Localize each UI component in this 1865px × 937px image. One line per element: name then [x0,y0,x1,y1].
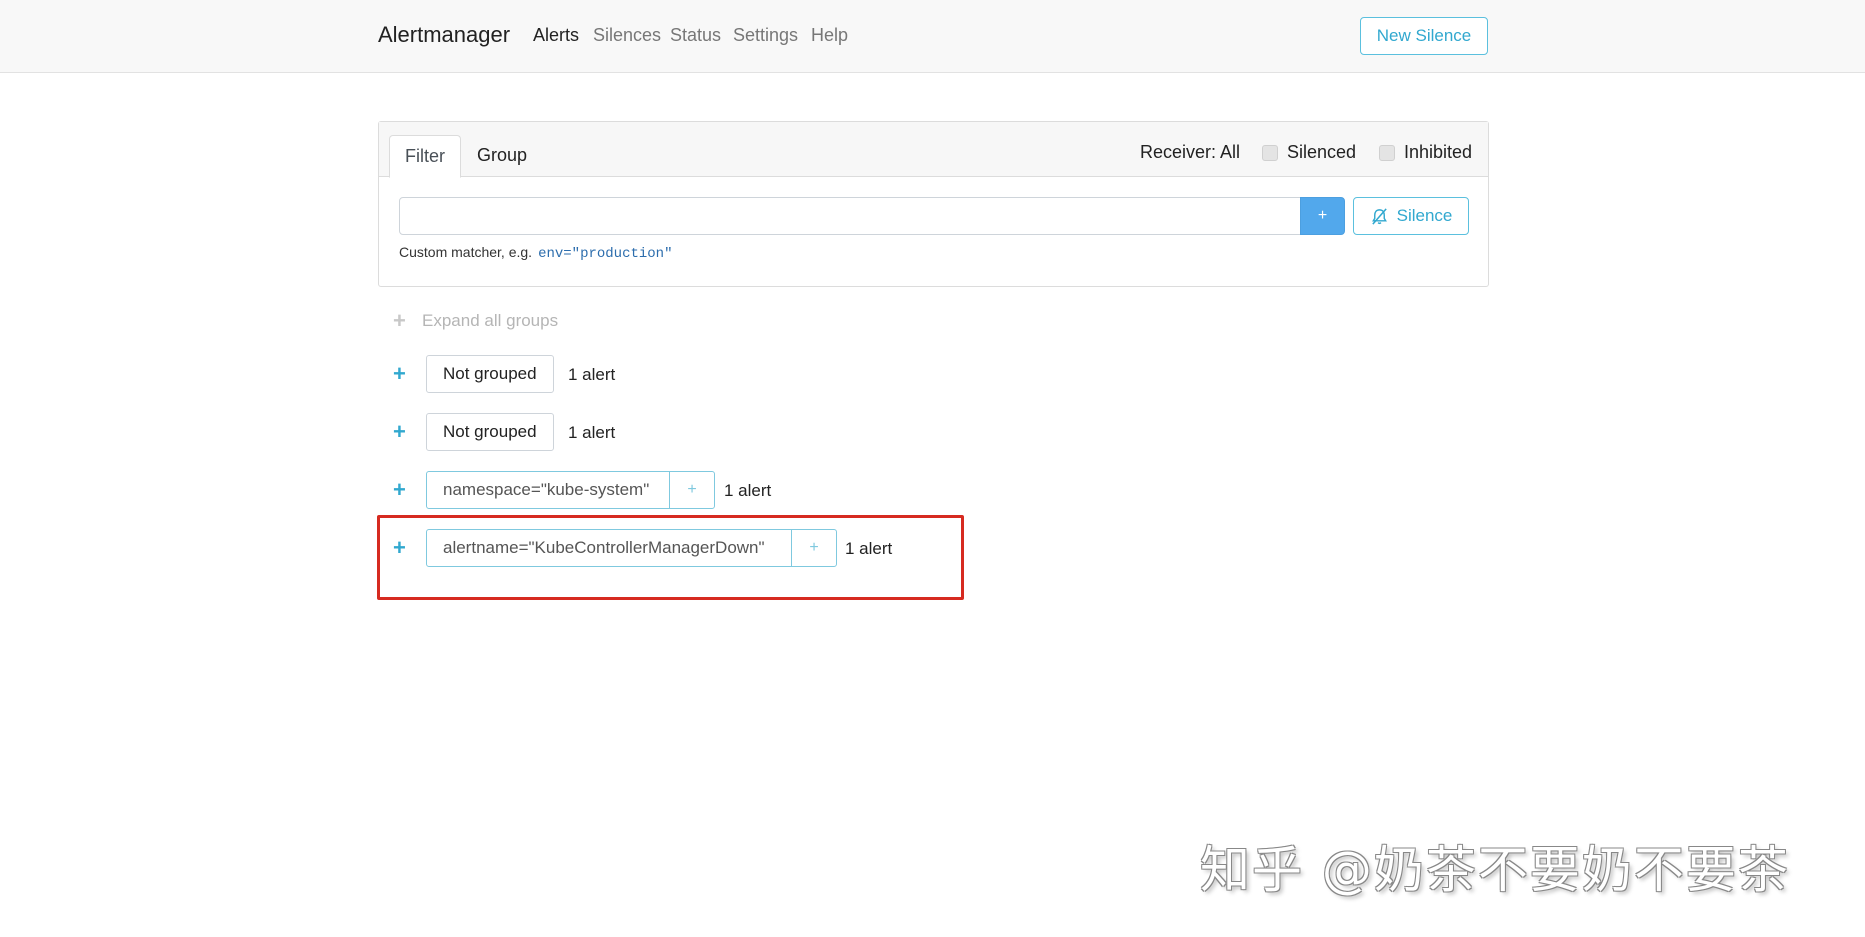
tab-filter[interactable]: Filter [389,135,461,178]
inhibited-checkbox[interactable]: Inhibited [1379,142,1472,163]
group-label[interactable]: Not grouped [426,355,554,393]
alert-count: 1 alert [568,365,616,384]
nav-alerts[interactable]: Alerts [533,25,579,46]
silence-button[interactable]: Silence [1353,197,1469,235]
expand-all-groups[interactable]: Expand all groups [422,311,558,331]
group-label[interactable]: Not grouped [426,413,554,451]
matcher-input[interactable] [399,197,1301,235]
receiver-selector[interactable]: Receiver: All [1140,142,1240,163]
group-matcher: alertname="KubeControllerManagerDown" + [426,529,837,567]
alert-count: 1 alert [568,423,616,442]
expand-all-plus-icon[interactable]: + [393,310,406,332]
expand-group-plus-icon[interactable]: + [393,537,406,559]
tab-group[interactable]: Group [467,135,537,178]
new-silence-button[interactable]: New Silence [1360,17,1488,55]
nav-help[interactable]: Help [811,25,848,46]
group-matcher: namespace="kube-system" + [426,471,715,509]
add-matcher-plus-icon[interactable]: + [670,472,714,508]
nav-settings[interactable]: Settings [733,25,798,46]
add-matcher-plus-icon[interactable]: + [792,530,836,566]
nav-silences[interactable]: Silences [593,25,661,46]
alert-count: 1 alert [845,539,893,558]
silenced-label: Silenced [1287,142,1357,162]
bell-slash-icon [1371,207,1387,225]
nav-status[interactable]: Status [670,25,721,46]
inhibited-label: Inhibited [1404,142,1473,162]
add-matcher-button[interactable]: + [1300,197,1345,235]
hint-example: env="production" [538,246,673,262]
hint-text: Custom matcher, e.g. [399,244,533,260]
matcher-hint: Custom matcher, e.g. env="production" [399,244,672,262]
expand-group-plus-icon[interactable]: + [393,421,406,443]
expand-group-plus-icon[interactable]: + [393,479,406,501]
brand-logo[interactable]: Alertmanager [378,22,510,48]
expand-group-plus-icon[interactable]: + [393,363,406,385]
checkbox-icon[interactable] [1379,144,1395,161]
alert-count: 1 alert [724,481,772,500]
filter-card-header: Filter Group Receiver: All Silenced Inhi… [379,122,1488,178]
group-matcher-label[interactable]: alertname="KubeControllerManagerDown" [427,530,793,566]
top-navbar: Alertmanager Alerts Silences Status Sett… [0,0,1865,73]
checkbox-icon[interactable] [1262,144,1278,161]
watermark: 知乎 @奶茶不要奶不要茶 [1200,841,1790,899]
group-matcher-label[interactable]: namespace="kube-system" [427,472,671,508]
silenced-checkbox[interactable]: Silenced [1262,142,1356,163]
silence-button-label: Silence [1396,206,1453,225]
filter-card: Filter Group Receiver: All Silenced Inhi… [378,121,1489,287]
